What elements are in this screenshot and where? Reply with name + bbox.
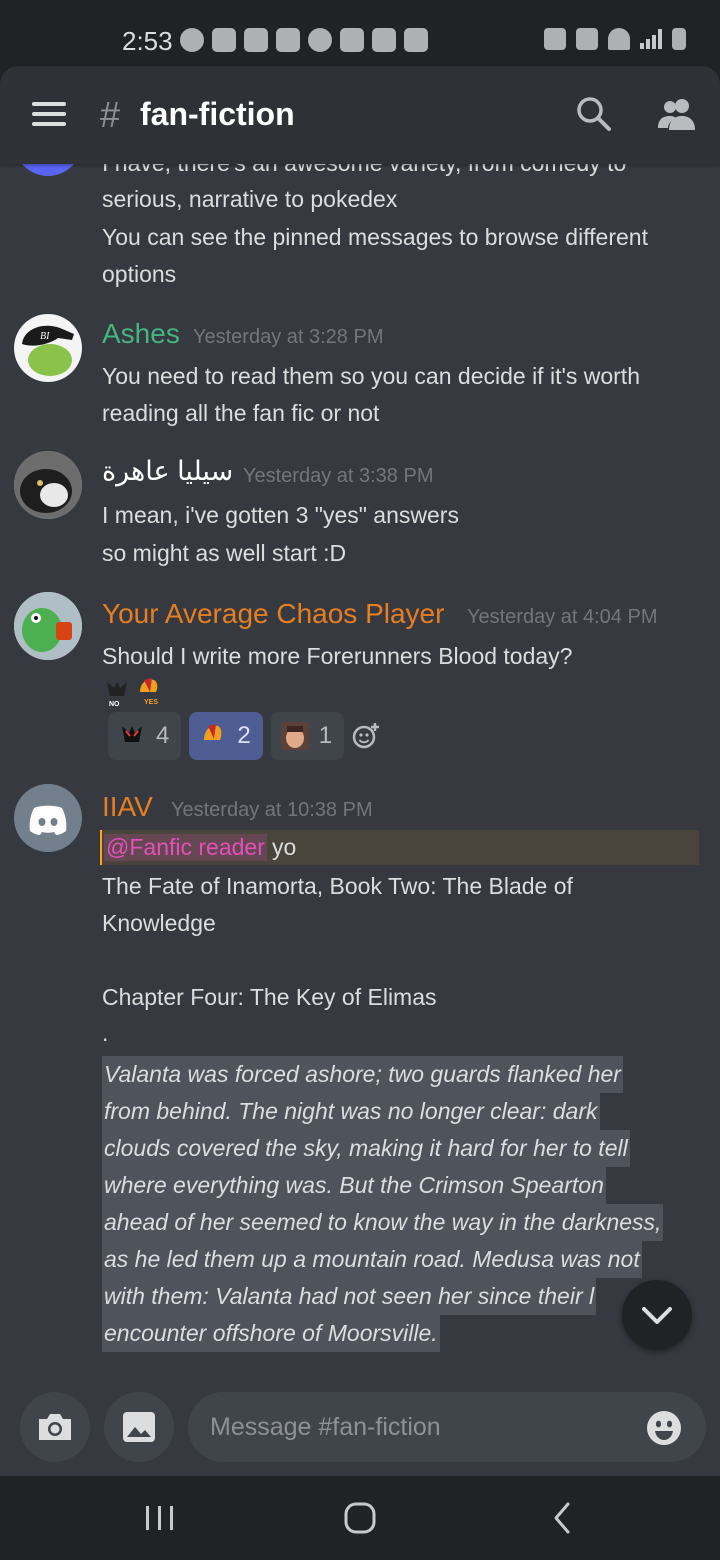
spoiler-text[interactable]: clouds covered the sky, making it hard f… bbox=[102, 1130, 630, 1167]
timestamp: Yesterday at 3:28 PM bbox=[193, 326, 384, 348]
discord-icon bbox=[276, 28, 300, 52]
author-name[interactable]: Ashes bbox=[102, 318, 180, 350]
message-line: Should I write more Forerunners Blood to… bbox=[102, 643, 573, 669]
reaction-count: 2 bbox=[237, 722, 251, 749]
jump-to-bottom-button[interactable] bbox=[622, 1280, 692, 1350]
system-nav-bar bbox=[0, 1476, 720, 1560]
avatar-cat[interactable] bbox=[14, 451, 82, 519]
timestamp: Yesterday at 3:38 PM bbox=[243, 465, 434, 487]
app-icon bbox=[308, 28, 332, 52]
spoiler-text[interactable]: ahead of her seemed to know the way in t… bbox=[102, 1204, 664, 1241]
youtube-icon bbox=[372, 28, 396, 52]
mention-highlight: @Fanfic reader yo bbox=[100, 830, 699, 865]
system-icons bbox=[544, 28, 686, 50]
signal-icon bbox=[640, 29, 662, 49]
message-list[interactable]: I have, there's an awesome variety, from… bbox=[0, 164, 720, 1394]
message-line: You can see the pinned messages to brows… bbox=[102, 224, 648, 250]
avatar-iiav[interactable] bbox=[14, 784, 82, 852]
timestamp: Yesterday at 10:38 PM bbox=[171, 799, 373, 821]
message-line: You need to read them so you can decide … bbox=[102, 363, 640, 389]
author-name[interactable]: سيليا عاهرة bbox=[102, 456, 233, 487]
author-name[interactable]: IIAV bbox=[102, 791, 153, 823]
message-line: yo bbox=[272, 834, 297, 860]
menu-icon[interactable] bbox=[32, 102, 66, 126]
yes-reaction-icon bbox=[204, 724, 222, 740]
camera-icon bbox=[39, 1414, 71, 1440]
recent-apps-icon[interactable] bbox=[140, 1500, 180, 1536]
emoji-icon[interactable] bbox=[646, 1410, 682, 1446]
spoiler-text[interactable]: with them: Valanta had not seen her sinc… bbox=[102, 1278, 597, 1315]
avatar[interactable] bbox=[14, 164, 82, 176]
search-icon[interactable] bbox=[574, 94, 614, 134]
camera-button[interactable] bbox=[20, 1392, 90, 1462]
message-composer bbox=[0, 1376, 720, 1476]
message-line: I mean, i've gotten 3 "yes" answers bbox=[102, 502, 459, 528]
spoiler-text[interactable]: from behind. The night was no longer cle… bbox=[102, 1093, 600, 1130]
spoiler-text[interactable]: where everything was. But the Crimson Sp… bbox=[102, 1167, 606, 1204]
reaction-no[interactable]: 4 bbox=[108, 712, 182, 760]
face-reaction-icon bbox=[280, 722, 309, 750]
message-line: so might as well start :D bbox=[102, 540, 347, 566]
author-name[interactable]: Your Average Chaos Player bbox=[102, 598, 444, 630]
avatar-ashes[interactable]: BI bbox=[14, 314, 82, 382]
no-reaction-icon bbox=[122, 726, 142, 742]
youtube-icon bbox=[244, 28, 268, 52]
avatar-kermit[interactable] bbox=[14, 592, 82, 660]
back-icon[interactable] bbox=[542, 1500, 582, 1536]
gmail-icon bbox=[340, 28, 364, 52]
message-line: reading all the fan fic or not bbox=[102, 400, 380, 426]
user-mention[interactable]: @Fanfic reader bbox=[104, 834, 267, 861]
reaction-count: 4 bbox=[156, 722, 170, 749]
message-line: . bbox=[102, 1020, 109, 1046]
message-line: Knowledge bbox=[102, 910, 216, 936]
message-line: I have, there's an awesome variety, from… bbox=[102, 164, 626, 177]
reaction-count: 1 bbox=[318, 722, 333, 749]
members-icon[interactable] bbox=[655, 94, 699, 134]
channel-hash-icon: # bbox=[100, 94, 121, 135]
spoiler-text[interactable]: Valanta was forced ashore; two guards fl… bbox=[102, 1056, 623, 1093]
svg-text:BI: BI bbox=[40, 331, 50, 342]
gallery-button[interactable] bbox=[104, 1392, 174, 1462]
reaction-yes[interactable]: 2 bbox=[189, 712, 263, 760]
discord-icon bbox=[404, 28, 428, 52]
wifi-icon bbox=[608, 28, 630, 50]
timestamp: Yesterday at 4:04 PM bbox=[467, 606, 658, 628]
no-emoji-label: NO bbox=[109, 701, 120, 708]
mute-icon bbox=[576, 28, 598, 50]
reactions-row: 4 2 1 bbox=[108, 712, 345, 760]
message-input[interactable] bbox=[188, 1392, 706, 1462]
image-icon bbox=[123, 1412, 155, 1442]
home-icon[interactable] bbox=[340, 1500, 380, 1536]
no-emoji: NO bbox=[107, 682, 127, 708]
spoiler-text[interactable]: encounter offshore of Moorsville. bbox=[102, 1315, 440, 1352]
message-line: options bbox=[102, 261, 177, 287]
message-line: The Fate of Inamorta, Book Two: The Blad… bbox=[102, 873, 573, 899]
chevron-down-icon bbox=[642, 1307, 672, 1324]
message-line: serious, narrative to pokedex bbox=[102, 186, 398, 212]
channel-header: # fan-fiction bbox=[0, 66, 720, 164]
yes-emoji-label: YES bbox=[144, 699, 158, 706]
reaction-face[interactable]: 1 bbox=[270, 712, 345, 760]
messenger-icon bbox=[180, 28, 204, 52]
youtube-icon bbox=[212, 28, 236, 52]
yes-emoji: YES bbox=[140, 678, 158, 706]
spoiler-text[interactable]: as he led them up a mountain road. Medus… bbox=[102, 1241, 642, 1278]
notification-icons bbox=[180, 28, 428, 52]
battery-icon bbox=[672, 28, 686, 50]
add-reaction-icon[interactable] bbox=[352, 722, 380, 750]
channel-title: fan-fiction bbox=[140, 96, 295, 132]
alarm-icon bbox=[544, 28, 566, 50]
message-line: Chapter Four: The Key of Elimas bbox=[102, 984, 437, 1010]
status-time: 2:53 bbox=[122, 26, 173, 56]
